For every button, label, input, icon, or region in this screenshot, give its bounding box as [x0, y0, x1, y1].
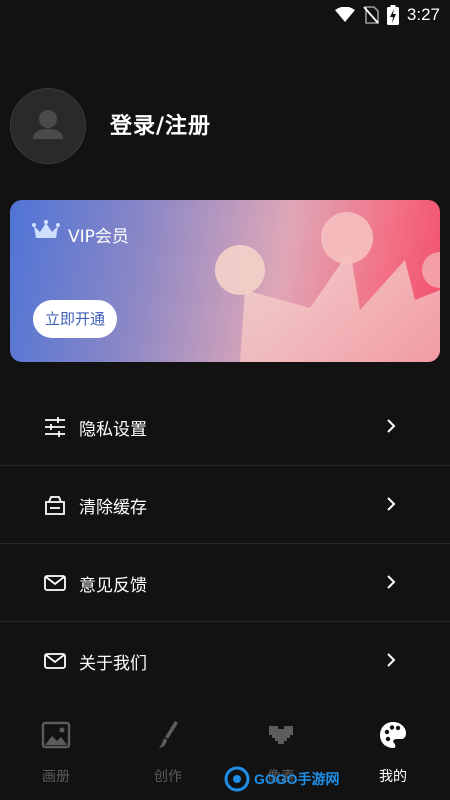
basket-icon	[45, 496, 65, 515]
chevron-right-icon	[387, 575, 396, 589]
chevron-right-icon	[387, 497, 396, 511]
tab-label: 我的	[379, 769, 407, 785]
tab-label: 画册	[42, 769, 70, 785]
tab-create[interactable]: 创作	[128, 720, 208, 790]
status-bar: 3:27	[0, 0, 450, 30]
menu-item-label: 清除缓存	[79, 498, 147, 518]
menu-item-label: 意见反馈	[79, 576, 147, 596]
vip-card[interactable]: VIP会员 立即开通	[10, 200, 440, 362]
status-icons: 3:27	[334, 4, 440, 26]
profile-header[interactable]: 登录/注册	[10, 88, 440, 164]
watermark-text: GOGO手游网	[254, 771, 340, 787]
palette-icon	[380, 722, 406, 748]
avatar[interactable]	[10, 88, 86, 164]
status-time: 3:27	[406, 5, 440, 24]
menu-item-about-us[interactable]: 关于我们	[0, 622, 450, 699]
chevron-right-icon	[387, 653, 396, 667]
wifi-icon	[334, 7, 355, 22]
image-icon	[41, 721, 71, 749]
tab-mine[interactable]: 我的	[353, 720, 433, 790]
menu-item-label: 关于我们	[79, 654, 147, 674]
no-sim-icon	[363, 6, 379, 24]
gogo-logo-icon	[224, 766, 250, 792]
activate-vip-button[interactable]: 立即开通	[33, 300, 117, 338]
brush-icon	[159, 721, 178, 748]
menu-item-privacy-settings[interactable]: 隐私设置	[0, 388, 450, 466]
menu-item-label: 隐私设置	[79, 420, 147, 440]
menu-item-clear-cache[interactable]: 清除缓存	[0, 466, 450, 544]
battery-charging-icon	[386, 5, 399, 25]
menu-item-feedback[interactable]: 意见反馈	[0, 544, 450, 622]
pixel-heart-icon	[269, 726, 293, 744]
user-icon	[33, 110, 63, 139]
mail-icon	[44, 575, 66, 591]
sliders-icon	[45, 417, 65, 437]
vip-title: VIP会员	[68, 227, 129, 247]
tab-label: 创作	[154, 769, 182, 785]
settings-menu: 隐私设置 清除缓存 意见反馈 关于我们	[0, 388, 450, 699]
mail-icon	[44, 653, 66, 669]
tab-album[interactable]: 画册	[16, 720, 96, 790]
chevron-right-icon	[387, 419, 396, 433]
login-register-link[interactable]: 登录/注册	[110, 108, 211, 140]
crown-icon	[32, 220, 60, 238]
watermark: GOGO手游网	[224, 766, 340, 792]
